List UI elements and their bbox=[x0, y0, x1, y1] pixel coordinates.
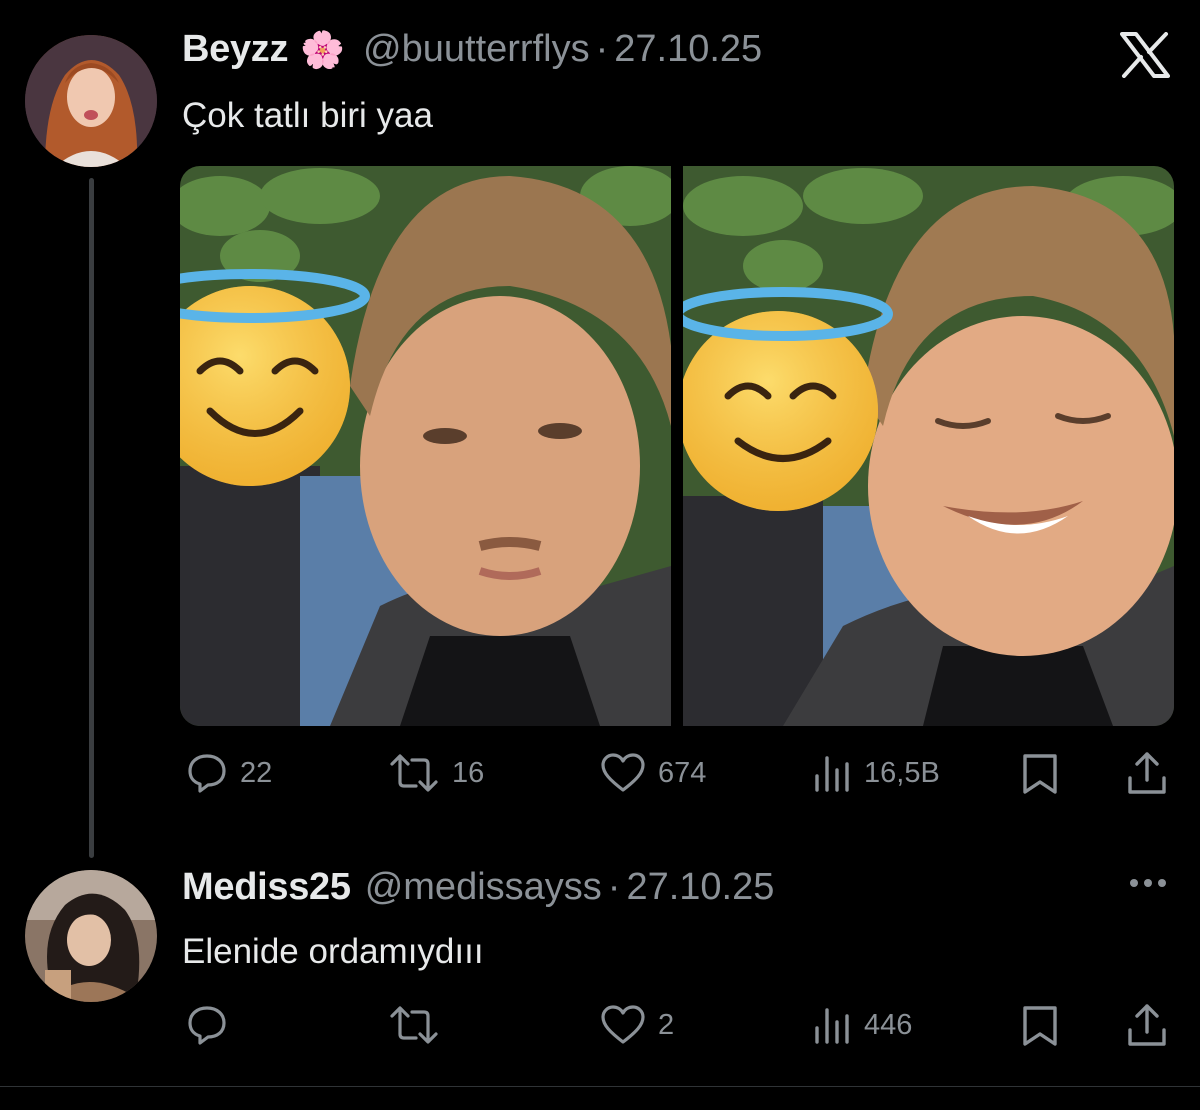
like-count: 674 bbox=[658, 756, 707, 789]
share-icon bbox=[1128, 1004, 1166, 1046]
author-name[interactable]: Beyzz bbox=[182, 28, 289, 71]
reply-text: Elenide ordamıydııı bbox=[182, 932, 484, 971]
avatar-photo bbox=[25, 35, 157, 167]
separator: · bbox=[607, 866, 621, 908]
thread-line bbox=[89, 178, 94, 858]
avatar-mediss25[interactable] bbox=[25, 870, 157, 1002]
reply-button[interactable]: 22 bbox=[186, 752, 272, 794]
name-emoji: 🌸 bbox=[300, 28, 346, 70]
bookmark-button[interactable] bbox=[1020, 752, 1060, 801]
avatar-beyzz[interactable] bbox=[25, 35, 157, 167]
reply-count: 22 bbox=[240, 756, 273, 789]
views-button[interactable]: 16,5B bbox=[812, 752, 940, 794]
retweet-icon bbox=[390, 1006, 438, 1044]
bookmark-icon bbox=[1023, 754, 1057, 794]
retweet-icon bbox=[390, 754, 438, 792]
retweet-count: 16 bbox=[452, 756, 485, 789]
tweet-media[interactable] bbox=[180, 166, 1174, 726]
reply-bookmark-button[interactable] bbox=[1020, 1004, 1060, 1053]
reply-share-button[interactable] bbox=[1126, 1002, 1168, 1053]
reply-icon bbox=[188, 1006, 226, 1045]
retweet-button[interactable]: 16 bbox=[388, 752, 484, 794]
share-button[interactable] bbox=[1126, 750, 1168, 801]
author-handle[interactable]: @buutterrflys bbox=[363, 28, 590, 71]
like-button[interactable]: 674 bbox=[600, 752, 706, 794]
reply-date[interactable]: 27.10.25 bbox=[626, 866, 774, 909]
views-count: 16,5B bbox=[864, 756, 940, 789]
media-photo-right[interactable] bbox=[683, 166, 1174, 726]
reply-retweet-button[interactable] bbox=[388, 1004, 452, 1046]
reply-like-button[interactable]: 2 bbox=[600, 1004, 674, 1046]
reply-reply-button[interactable] bbox=[186, 1004, 240, 1046]
more-horizontal-icon[interactable] bbox=[1128, 876, 1168, 895]
share-icon bbox=[1128, 752, 1166, 794]
avatar-photo bbox=[25, 870, 157, 1002]
reply-author-handle[interactable]: @medissayss bbox=[365, 866, 602, 909]
views-icon bbox=[815, 756, 849, 792]
heart-icon bbox=[601, 753, 645, 792]
reply-like-count: 2 bbox=[658, 1008, 675, 1041]
media-photo-left[interactable] bbox=[180, 166, 671, 726]
x-logo-icon[interactable] bbox=[1120, 32, 1170, 78]
heart-icon bbox=[601, 1005, 645, 1044]
bookmark-icon bbox=[1023, 1006, 1057, 1046]
bottom-divider bbox=[0, 1086, 1200, 1087]
separator: · bbox=[595, 28, 609, 70]
views-icon bbox=[815, 1008, 849, 1044]
reply-views-count: 446 bbox=[864, 1008, 913, 1041]
tweet-text: Çok tatlı biri yaa bbox=[182, 96, 433, 135]
tweet-date[interactable]: 27.10.25 bbox=[614, 28, 762, 71]
reply-author-name[interactable]: Mediss25 bbox=[182, 866, 351, 909]
reply-icon bbox=[188, 754, 226, 793]
reply-views-button[interactable]: 446 bbox=[812, 1004, 912, 1046]
